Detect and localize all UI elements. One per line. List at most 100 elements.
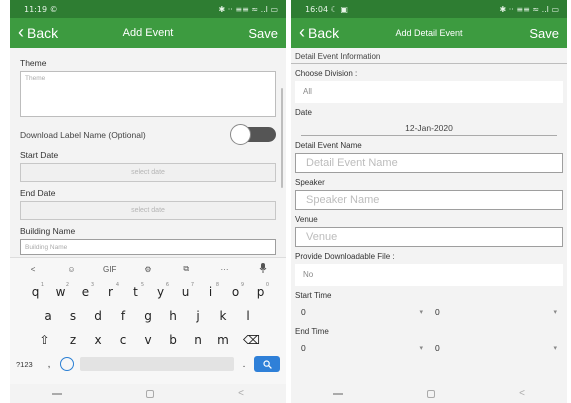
start-date-field[interactable]: select date xyxy=(20,163,276,182)
backspace-icon[interactable]: ⌫ xyxy=(236,333,268,347)
key-u[interactable]: u7 xyxy=(173,282,198,299)
end-minute-select[interactable]: 0 ▾ xyxy=(429,343,563,353)
end-hour-value: 0 xyxy=(301,343,306,353)
key-j[interactable]: j xyxy=(186,309,211,323)
phone-add-event: 11:19 © ✱ ·· ≡≡ ≈ ..l ▭ ‹ Back Add Event… xyxy=(10,0,286,403)
recents-icon[interactable] xyxy=(52,392,63,395)
save-button[interactable]: Save xyxy=(248,26,286,41)
building-name-input[interactable]: Building Name xyxy=(20,239,276,255)
date-label: Date xyxy=(295,108,312,117)
key-a[interactable]: a xyxy=(36,309,61,323)
home-icon[interactable] xyxy=(146,389,155,398)
shift-icon[interactable]: ⇧ xyxy=(29,333,61,347)
division-select[interactable]: All xyxy=(295,81,563,103)
start-minute-select[interactable]: 0 ▾ xyxy=(429,307,563,317)
collapse-icon[interactable]: < xyxy=(25,265,41,274)
key-q[interactable]: q1 xyxy=(23,282,48,299)
comma-key[interactable]: , xyxy=(44,359,54,370)
caret-down-icon: ▾ xyxy=(553,309,557,316)
end-hour-select[interactable]: 0 ▾ xyxy=(295,343,429,353)
app-bar: ‹ Back Add Detail Event Save xyxy=(291,18,567,48)
key-l[interactable]: l xyxy=(236,309,261,323)
emoji-icon[interactable]: ☺ xyxy=(63,265,79,274)
home-icon[interactable] xyxy=(427,389,436,398)
scrollbar[interactable] xyxy=(281,88,283,188)
space-bar[interactable] xyxy=(80,357,234,371)
status-bar: 11:19 © ✱ ·· ≡≡ ≈ ..l ▭ xyxy=(10,0,286,18)
theme-label: Theme xyxy=(20,58,47,68)
key-d[interactable]: d xyxy=(86,309,111,323)
key-k[interactable]: k xyxy=(211,309,236,323)
key-x[interactable]: x xyxy=(86,333,111,347)
start-time-label: Start Time xyxy=(295,291,332,300)
start-time-row: 0 ▾ 0 ▾ xyxy=(295,302,563,322)
emoji-key-icon[interactable] xyxy=(60,357,74,371)
key-t[interactable]: t5 xyxy=(123,282,148,299)
key-w[interactable]: w2 xyxy=(48,282,73,299)
key-m[interactable]: m xyxy=(211,333,236,347)
speaker-input[interactable]: Speaker Name xyxy=(295,190,563,210)
key-p[interactable]: p0 xyxy=(248,282,273,299)
key-r[interactable]: r4 xyxy=(98,282,123,299)
status-bar: 16:04 ☾ ▣ ✱ ·· ≡≡ ≈ ..l ▭ xyxy=(291,0,567,18)
theme-textarea[interactable]: Theme xyxy=(20,71,276,117)
period-key[interactable]: . xyxy=(240,359,248,370)
downloadable-select[interactable]: No xyxy=(295,264,563,286)
keyboard-toolbar: < ☺ GIF ⚙ ⧉ ··· xyxy=(10,258,286,280)
search-icon[interactable] xyxy=(254,356,280,372)
end-date-field[interactable]: select date xyxy=(20,201,276,220)
key-h[interactable]: h xyxy=(161,309,186,323)
back-button[interactable]: ‹ Back xyxy=(10,22,58,42)
key-g[interactable]: g xyxy=(136,309,161,323)
download-label-toggle[interactable] xyxy=(230,124,276,145)
numbers-key[interactable]: ?123 xyxy=(16,360,38,369)
status-right-icons: ✱ ·· ≡≡ ≈ ..l ▭ xyxy=(499,4,559,14)
clipboard-icon[interactable]: ⧉ xyxy=(178,264,194,274)
key-c[interactable]: c xyxy=(111,333,136,347)
date-field[interactable]: 12-Jan-2020 xyxy=(301,120,557,136)
soft-keyboard: < ☺ GIF ⚙ ⧉ ··· q1 w2 e3 r4 t5 y6 u7 i8 … xyxy=(10,257,286,384)
start-hour-select[interactable]: 0 ▾ xyxy=(295,307,429,317)
status-right-icons: ✱ ·· ≡≡ ≈ ..l ▭ xyxy=(218,4,278,14)
keyboard-row-4: ?123 , . xyxy=(10,352,286,376)
venue-input[interactable]: Venue xyxy=(295,227,563,247)
key-e[interactable]: e3 xyxy=(73,282,98,299)
building-name-label: Building Name xyxy=(20,226,76,236)
key-o[interactable]: o9 xyxy=(223,282,248,299)
add-event-form: Theme Theme Download Label Name (Optiona… xyxy=(10,58,286,255)
key-v[interactable]: v xyxy=(136,333,161,347)
end-date-label: End Date xyxy=(20,188,56,198)
back-label: Back xyxy=(308,25,340,41)
phone-add-detail-event: 16:04 ☾ ▣ ✱ ·· ≡≡ ≈ ..l ▭ ‹ Back Add Det… xyxy=(291,0,567,403)
back-nav-icon[interactable]: < xyxy=(519,388,525,399)
status-left-icons: © xyxy=(49,4,58,14)
key-y[interactable]: y6 xyxy=(148,282,173,299)
caret-down-icon: ▾ xyxy=(419,345,423,352)
downloadable-label: Provide Downloadable File : xyxy=(295,252,395,261)
key-f[interactable]: f xyxy=(111,309,136,323)
chevron-left-icon: ‹ xyxy=(18,22,24,42)
back-nav-icon[interactable]: < xyxy=(238,388,244,399)
event-name-input[interactable]: Detail Event Name xyxy=(295,153,563,173)
mic-icon[interactable] xyxy=(255,263,271,275)
recents-icon[interactable] xyxy=(333,392,344,395)
key-s[interactable]: s xyxy=(61,309,86,323)
speaker-label: Speaker xyxy=(295,178,325,187)
download-label-row: Download Label Name (Optional) xyxy=(20,124,276,145)
settings-icon[interactable]: ⚙ xyxy=(140,265,156,274)
caret-down-icon: ▾ xyxy=(419,309,423,316)
more-icon[interactable]: ··· xyxy=(217,265,233,274)
app-bar: ‹ Back Add Event Save xyxy=(10,18,286,48)
caret-down-icon: ▾ xyxy=(553,345,557,352)
gif-button[interactable]: GIF xyxy=(102,265,118,274)
download-label-text: Download Label Name (Optional) xyxy=(20,129,146,140)
key-i[interactable]: i8 xyxy=(198,282,223,299)
key-z[interactable]: z xyxy=(61,333,86,347)
key-n[interactable]: n xyxy=(186,333,211,347)
save-button[interactable]: Save xyxy=(529,26,567,41)
start-hour-value: 0 xyxy=(301,307,306,317)
back-button[interactable]: ‹ Back xyxy=(291,23,340,41)
system-nav-bar: < xyxy=(291,384,567,403)
status-time: 11:19 xyxy=(24,4,48,14)
key-b[interactable]: b xyxy=(161,333,186,347)
